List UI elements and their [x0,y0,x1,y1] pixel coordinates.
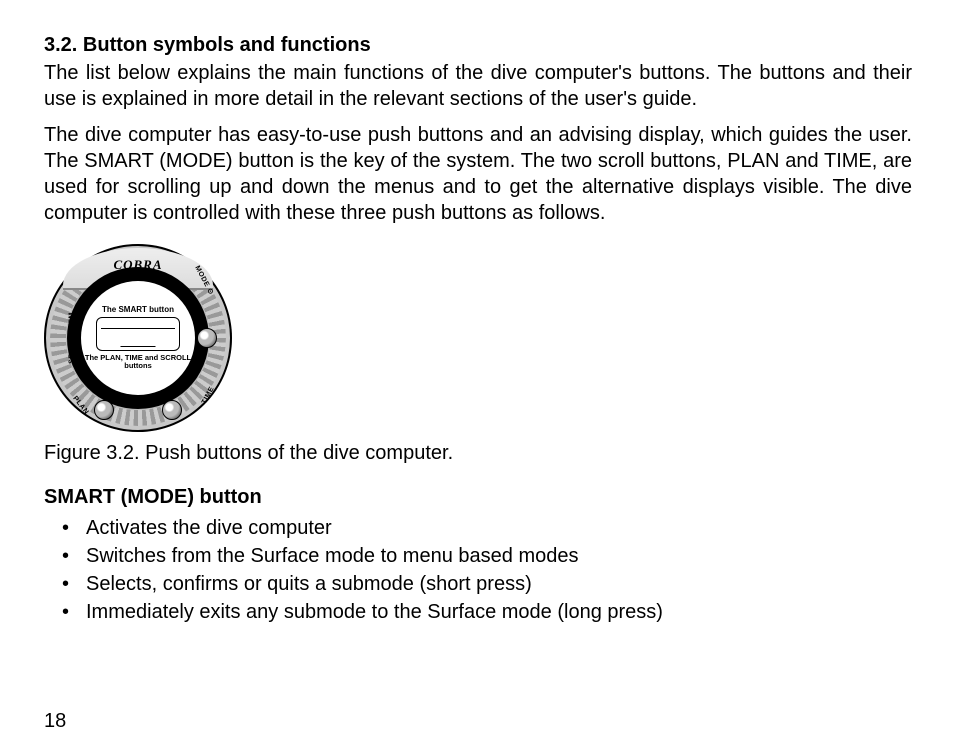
section-para-1: The list below explains the main functio… [44,60,912,112]
push-button-mode-icon [197,328,217,348]
list-item: Selects, confirms or quits a submode (sh… [44,570,912,598]
manual-page: 3.2. Button symbols and functions The li… [0,0,954,646]
smart-mode-heading: SMART (MODE) button [44,484,912,510]
figure-caption: Figure 3.2. Push buttons of the dive com… [44,440,912,466]
dive-computer-illustration: COBRA SUUNTO The SMART button The PLAN, … [44,244,232,432]
face-label-top: The SMART button [102,306,174,314]
page-number: 18 [44,708,66,734]
ring-label-left: SET SIM MEM [67,312,76,364]
face-label-bottom: The PLAN, TIME and SCROLL buttons [81,354,195,371]
list-item: Switches from the Surface mode to menu b… [44,542,912,570]
section-para-2: The dive computer has easy-to-use push b… [44,122,912,226]
lcd-outline-icon [96,317,180,351]
smart-mode-list: Activates the dive computer Switches fro… [44,514,912,626]
list-item: Activates the dive computer [44,514,912,542]
push-button-plan-icon [94,400,114,420]
device-face: The SMART button The PLAN, TIME and SCRO… [81,281,195,395]
figure: COBRA SUUNTO The SMART button The PLAN, … [44,244,912,432]
section-heading: 3.2. Button symbols and functions [44,32,912,58]
push-button-time-icon [162,400,182,420]
list-item: Immediately exits any submode to the Sur… [44,598,912,626]
